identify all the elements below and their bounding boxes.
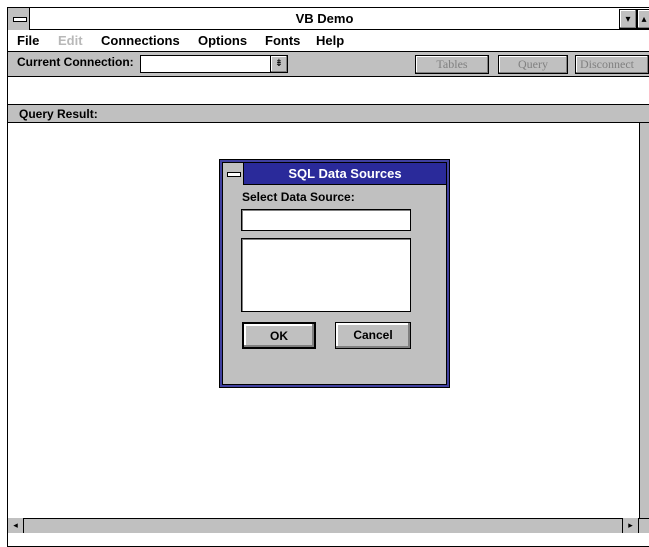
dialog-title: SQL Data Sources [288,166,402,181]
menu-file-label: File [17,33,40,48]
select-data-source-label: Select Data Source: [242,190,355,204]
menu-connections[interactable]: Connections [101,33,180,48]
query-result-label: Query Result: [19,107,98,121]
window-title: VB Demo [295,11,354,26]
cancel-button[interactable]: Cancel [335,322,411,349]
menu-edit[interactable]: Edit [58,33,83,48]
combo-dropdown-icon[interactable]: ⇟ [270,55,288,73]
scroll-left-icon[interactable]: ◂ [8,518,24,533]
query-button[interactable]: Query [498,55,568,74]
tables-button[interactable]: Tables [415,55,489,74]
data-source-list[interactable] [241,238,411,312]
menu-fonts-label: Fonts [265,33,301,48]
dialog-system-menu-icon[interactable] [223,163,244,185]
menu-options[interactable]: Options [198,33,247,48]
menu-file[interactable]: File [17,33,39,48]
ok-button[interactable]: OK [242,322,316,349]
menu-edit-label: Edit [58,33,83,48]
disconnect-button[interactable]: Disconnect [575,55,649,74]
query-input-strip[interactable] [8,77,649,105]
data-source-input[interactable] [241,209,411,231]
current-connection-combo[interactable] [140,55,288,73]
scroll-right-icon[interactable]: ▸ [622,518,639,533]
vertical-scrollbar[interactable] [639,123,649,518]
menu-fonts[interactable]: Fonts [265,33,300,48]
current-connection-label: Current Connection: [17,55,134,69]
minimize-button[interactable]: ▾ [619,9,637,29]
system-menu-icon[interactable] [8,8,30,30]
menu-connections-label: Connections [101,33,180,48]
menu-help-label: Help [316,33,345,48]
query-result-header [8,105,649,123]
maximize-button[interactable]: ▴ [637,9,649,29]
horizontal-scrollbar[interactable] [8,518,649,533]
menu-options-label: Options [198,33,248,48]
menu-help[interactable]: Help [316,33,344,48]
